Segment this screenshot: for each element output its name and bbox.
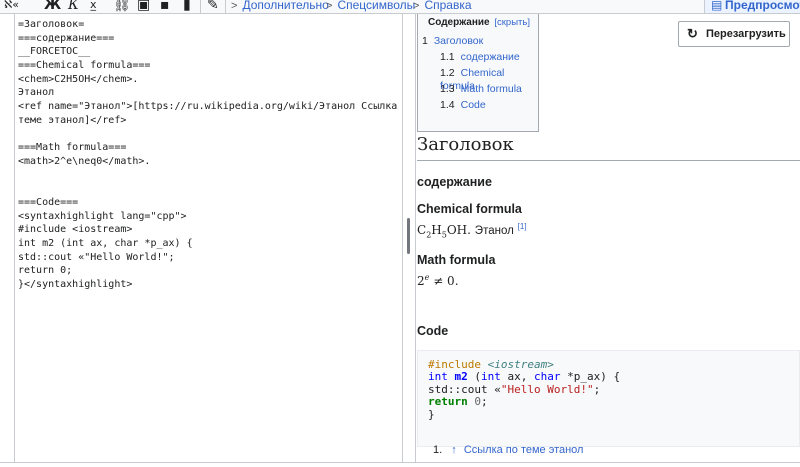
toc-item[interactable]: 1.1 содержание — [440, 51, 520, 64]
code-line: теме этанол]</ref> — [18, 114, 127, 126]
menu-advanced[interactable]: > Дополнительно — [231, 0, 329, 13]
pane-resizer[interactable] — [403, 14, 416, 462]
preview-icon: ▤ — [711, 0, 723, 12]
reference-icon[interactable]: ▮ — [183, 0, 191, 13]
chevron-right-icon: > — [413, 0, 420, 12]
editor-gutter — [0, 14, 15, 462]
chem-formula: C2H5OH. — [417, 223, 471, 240]
bold-icon[interactable]: Ж — [44, 0, 61, 13]
reference-link[interactable]: Ссылка по теме этанол — [464, 444, 584, 456]
code-line: ===Code=== — [18, 196, 79, 208]
menu-help[interactable]: > Справка — [413, 0, 472, 13]
chevron-right-icon: > — [231, 0, 238, 12]
code-line: <syntaxhighlight lang="cpp"> — [18, 210, 187, 222]
reload-button[interactable]: ↻ Перезагрузить — [678, 21, 790, 47]
heading-chemical: Chemical formula — [417, 202, 522, 216]
heading-contents: содержание — [417, 175, 492, 189]
math-formula: 2e ≠ 0. — [417, 273, 459, 288]
pencil-icon[interactable]: ✎ — [207, 0, 219, 13]
toc-item[interactable]: 1.4 Code — [440, 99, 486, 112]
toc-title: Содержание [скрыть] — [428, 17, 530, 28]
code-line: #include <iostream> — [18, 224, 133, 236]
code-line: std::cout «"Hello World!"; — [18, 251, 175, 263]
direction-icon[interactable]: ℵ« — [4, 0, 19, 13]
code-line: ===Chemical formula=== — [18, 60, 151, 72]
chem-paragraph: C2H5OH. Этанол [1] — [417, 222, 527, 240]
code-line: return 0; — [18, 265, 73, 277]
code-line: ===содержание=== — [18, 32, 115, 44]
code-line: <ref name="Этанол">[https://ru.wikipedia… — [18, 101, 416, 113]
horizontal-scrollbar[interactable] — [0, 462, 800, 467]
signature-icon[interactable]: x̲ — [90, 0, 97, 13]
code-line: ===Math formula=== — [18, 142, 127, 154]
code-line: int m2 (int ax, char *p_ax) { — [18, 238, 193, 249]
image-icon[interactable]: ▣ — [137, 0, 150, 13]
code-line: =Заголовок= — [18, 19, 85, 30]
code-line: Этанол — [18, 87, 55, 99]
link-icon[interactable]: ⛓ — [113, 0, 131, 13]
wikitext-content[interactable]: =Заголовок= ===содержание=== __FORCETOC_… — [18, 18, 416, 292]
toc-toggle[interactable]: [скрыть] — [494, 17, 530, 28]
code-line: <math>2^e\neq0</math>. — [18, 155, 151, 167]
wikitext-editor[interactable]: =Заголовок= ===содержание=== __FORCETOC_… — [0, 14, 416, 462]
preview-tab[interactable]: ▤ Предпросмотр — [704, 0, 800, 13]
code-line: __FORCETOC__ — [18, 46, 91, 58]
table-of-contents: Содержание [скрыть] 1 Заголовок 1.1 содерж… — [417, 14, 539, 132]
chevron-right-icon: > — [326, 0, 333, 12]
references-list: 1. ↑ Ссылка по теме этанол — [433, 444, 584, 456]
code-block: #include <iostream> int m2 (int ax, char… — [417, 350, 800, 447]
heading-h1: Заголовок — [417, 132, 800, 161]
code-line: }</syntaxhighlight> — [18, 279, 133, 291]
reference-marker[interactable]: [1] — [518, 222, 527, 231]
menu-special-chars[interactable]: > Спецсимволы — [326, 0, 415, 13]
gallery-icon[interactable]: ▪ — [160, 0, 170, 13]
toc-item[interactable]: 1 Заголовок — [422, 35, 483, 48]
preview-pane: Содержание [скрыть] 1 Заголовок 1.1 содерж… — [417, 14, 800, 462]
reload-icon: ↻ — [687, 26, 698, 41]
backlink-arrow[interactable]: ↑ — [451, 444, 457, 456]
code-line: <chem>C2H5OH</chem>. — [18, 73, 139, 85]
resize-handle[interactable] — [407, 218, 410, 254]
heading-code: Code — [417, 324, 449, 338]
editor-toolbar: ℵ« Ж К x̲ ⛓ ▣ ▪ ▮ ✎ > Дополнительно > Спец… — [0, 0, 800, 14]
heading-math: Math formula — [417, 253, 496, 267]
italic-icon[interactable]: К — [68, 0, 79, 13]
toc-item[interactable]: 1.3 Math formula — [440, 83, 522, 96]
